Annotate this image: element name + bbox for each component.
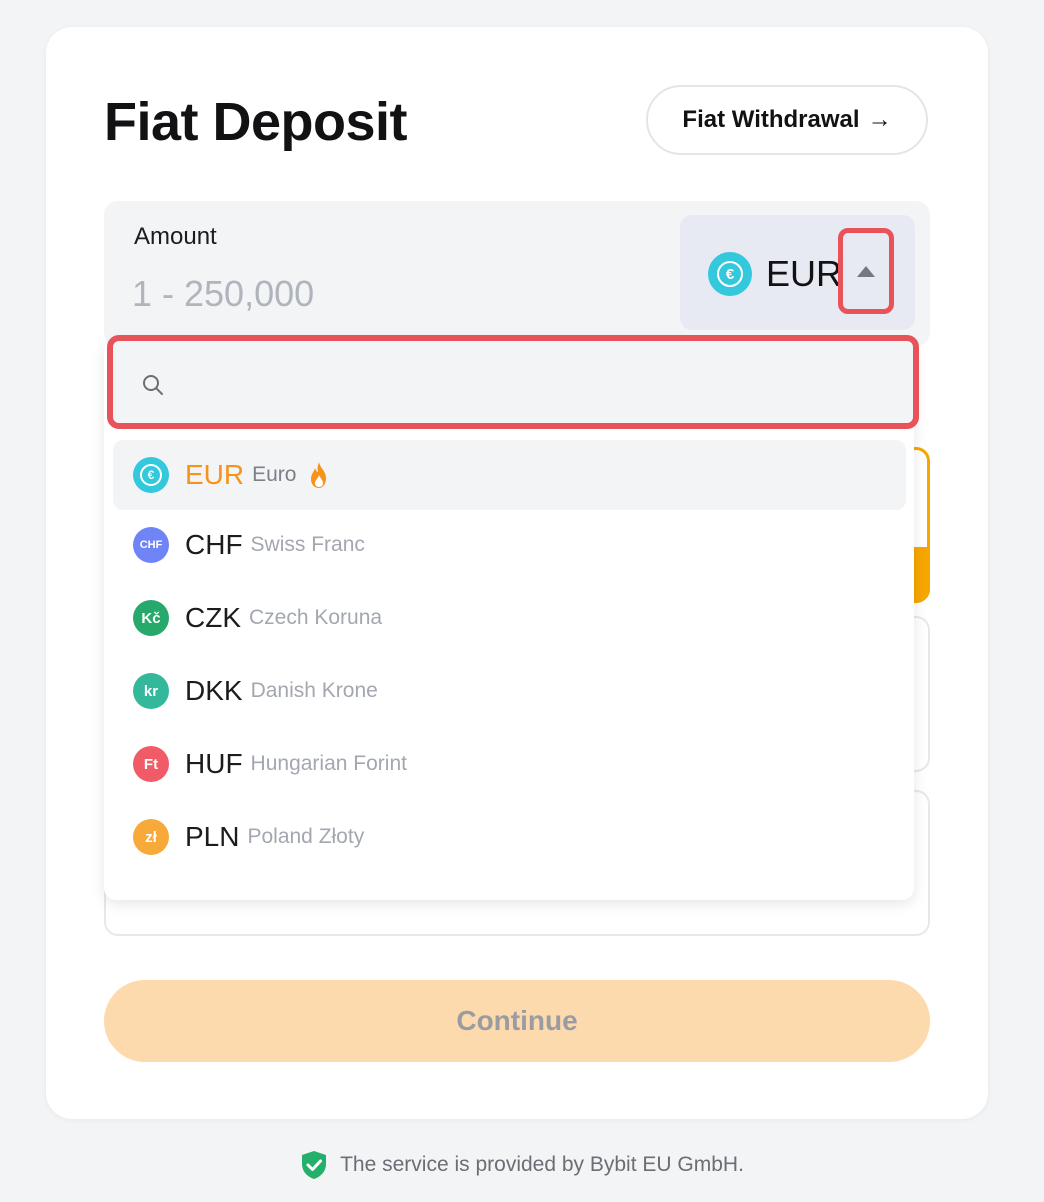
arrow-right-icon: → [867, 106, 892, 133]
fiat-withdrawal-label: Fiat Withdrawal [682, 106, 860, 133]
currency-name: Euro [252, 463, 297, 486]
chf-coin-icon: CHF [133, 527, 169, 563]
currency-search-input[interactable] [177, 361, 881, 405]
czk-coin-icon: Kč [133, 600, 169, 636]
currency-option-huf[interactable]: Ft HUF Hungarian Forint [113, 729, 906, 799]
pln-coin-icon: zł [133, 819, 169, 855]
currency-code: DKK [185, 675, 243, 706]
amount-label: Amount [134, 223, 217, 250]
amount-input[interactable] [132, 268, 552, 320]
euro-coin-icon: € [708, 252, 752, 296]
page-title: Fiat Deposit [104, 92, 408, 152]
currency-code: HUF [185, 748, 243, 779]
eur-coin-icon: € [133, 457, 169, 493]
currency-code: CHF [185, 529, 243, 560]
currency-code: PLN [185, 821, 240, 852]
currency-option-dkk[interactable]: kr DKK Danish Krone [113, 656, 906, 726]
fire-icon [311, 462, 327, 488]
currency-search-box[interactable] [107, 335, 919, 429]
currency-option-pln[interactable]: zł PLN Poland Złoty [113, 802, 906, 872]
search-icon [143, 375, 163, 395]
footer: The service is provided by Bybit EU GmbH… [0, 1150, 1044, 1180]
currency-name: Czech Koruna [249, 606, 383, 629]
currency-option-czk[interactable]: Kč CZK Czech Koruna [113, 583, 906, 653]
continue-button[interactable]: Continue [104, 980, 930, 1062]
currency-code: EUR [185, 459, 245, 490]
currency-name: Swiss Franc [250, 533, 365, 556]
fiat-withdrawal-button[interactable]: Fiat Withdrawal → [646, 85, 928, 155]
currency-name: Poland Złoty [247, 825, 365, 848]
shield-check-icon [302, 1151, 327, 1179]
currency-dropdown-toggle[interactable] [838, 228, 894, 314]
currency-option-eur[interactable]: € EUR Euro [113, 440, 906, 510]
currency-name: Danish Krone [250, 679, 378, 702]
caret-up-icon [857, 265, 875, 277]
footer-text: The service is provided by Bybit EU GmbH… [340, 1153, 744, 1176]
selected-currency-code: EUR [766, 253, 843, 294]
dkk-coin-icon: kr [133, 673, 169, 709]
currency-name: Hungarian Forint [250, 752, 407, 775]
huf-coin-icon: Ft [133, 746, 169, 782]
currency-option-chf[interactable]: CHF CHF Swiss Franc [113, 510, 906, 580]
currency-code: CZK [185, 602, 241, 633]
